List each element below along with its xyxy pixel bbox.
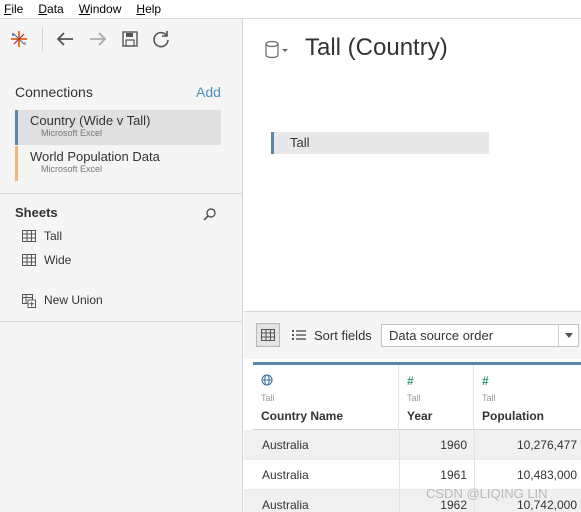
menu-data-mnemonic: D: [38, 2, 48, 16]
cell-year[interactable]: 1960: [399, 430, 467, 460]
left-panel: Connections Add Country (Wide v Tall) Mi…: [0, 19, 243, 512]
menu-file-label: ile: [11, 2, 24, 16]
number-icon[interactable]: #: [482, 374, 489, 388]
menu-data-label: ata: [47, 2, 64, 16]
table-icon: [22, 230, 36, 242]
dropdown-arrow-icon[interactable]: [558, 325, 578, 346]
cell-country-name[interactable]: Australia: [262, 490, 392, 512]
forward-arrow-icon[interactable]: [88, 29, 108, 49]
column-divider: [399, 430, 400, 512]
sheet-item-tall[interactable]: Tall: [22, 227, 62, 245]
globe-icon[interactable]: [261, 374, 273, 389]
grid-header: Tall Country Name # Tall Year # Tall Pop…: [253, 362, 581, 430]
connection-item-country[interactable]: Country (Wide v Tall) Microsoft Excel: [15, 110, 221, 145]
column-name: Population: [482, 409, 544, 423]
sheet-label: Wide: [44, 253, 72, 267]
menu-window[interactable]: Window: [79, 2, 122, 16]
new-union-label: New Union: [44, 293, 103, 307]
section-divider: [0, 321, 243, 322]
connections-header: Connections: [15, 84, 93, 100]
menu-help-label: elp: [145, 2, 162, 16]
sheets-header: Sheets: [15, 205, 58, 220]
sort-fields-value: Data source order: [389, 328, 494, 343]
data-source-title[interactable]: Tall (Country): [305, 34, 448, 62]
column-header-year[interactable]: # Tall Year: [399, 365, 474, 430]
menu-help-mnemonic: H: [136, 2, 146, 16]
table-icon: [22, 254, 36, 266]
cell-country-name[interactable]: Australia: [262, 460, 392, 490]
toolbar-divider: [42, 27, 43, 51]
menu-window-label: indow: [90, 2, 122, 16]
cell-country-name[interactable]: Australia: [262, 430, 392, 460]
column-source: Tall: [261, 393, 275, 403]
add-connection-link[interactable]: Add: [196, 84, 221, 100]
toolbar: [0, 19, 243, 61]
database-icon[interactable]: [265, 40, 291, 60]
connection-item-world-population[interactable]: World Population Data Microsoft Excel: [15, 146, 221, 181]
menu-data[interactable]: Data: [38, 2, 63, 16]
sheet-item-wide[interactable]: Wide: [22, 251, 71, 269]
union-icon: [22, 294, 36, 308]
grid-toolbar: Sort fields Data source order: [244, 311, 581, 359]
section-divider: [0, 193, 243, 194]
watermark: CSDN @LIQING LIN: [426, 486, 548, 501]
connection-name: World Population Data: [30, 149, 160, 164]
tableau-logo-icon[interactable]: [9, 29, 29, 49]
sheet-label: Tall: [44, 229, 63, 243]
refresh-icon[interactable]: [151, 29, 171, 49]
column-source: Tall: [407, 393, 421, 403]
new-union-item[interactable]: New Union: [22, 291, 103, 309]
column-source: Tall: [482, 393, 496, 403]
connection-name: Country (Wide v Tall): [30, 113, 151, 128]
sort-fields-label: Sort fields: [314, 328, 372, 343]
cell-population[interactable]: 10,276,477: [474, 430, 577, 460]
list-view-icon[interactable]: [287, 323, 311, 347]
canvas-table-tall[interactable]: Tall: [271, 132, 489, 154]
menu-help[interactable]: Help: [136, 2, 161, 16]
connection-type: Microsoft Excel: [41, 128, 103, 138]
sort-fields-select[interactable]: Data source order: [381, 324, 579, 347]
connection-type: Microsoft Excel: [41, 164, 103, 174]
column-name: Country Name: [261, 409, 344, 423]
menu-window-mnemonic: W: [78, 2, 91, 16]
table-row[interactable]: Australia 1960 10,276,477: [244, 430, 581, 460]
grid-view-icon[interactable]: [256, 323, 280, 347]
data-source-panel: Tall (Country) Tall Sort fields Data sou…: [244, 19, 581, 512]
back-arrow-icon[interactable]: [55, 29, 75, 49]
save-icon[interactable]: [120, 29, 140, 49]
number-icon[interactable]: #: [407, 374, 414, 388]
menu-bar: File Data Window Help: [0, 0, 581, 19]
column-header-country-name[interactable]: Tall Country Name: [253, 365, 399, 430]
column-header-population[interactable]: # Tall Population: [474, 365, 581, 430]
column-name: Year: [407, 409, 433, 423]
menu-file[interactable]: File: [4, 2, 23, 16]
search-icon[interactable]: [203, 207, 217, 221]
